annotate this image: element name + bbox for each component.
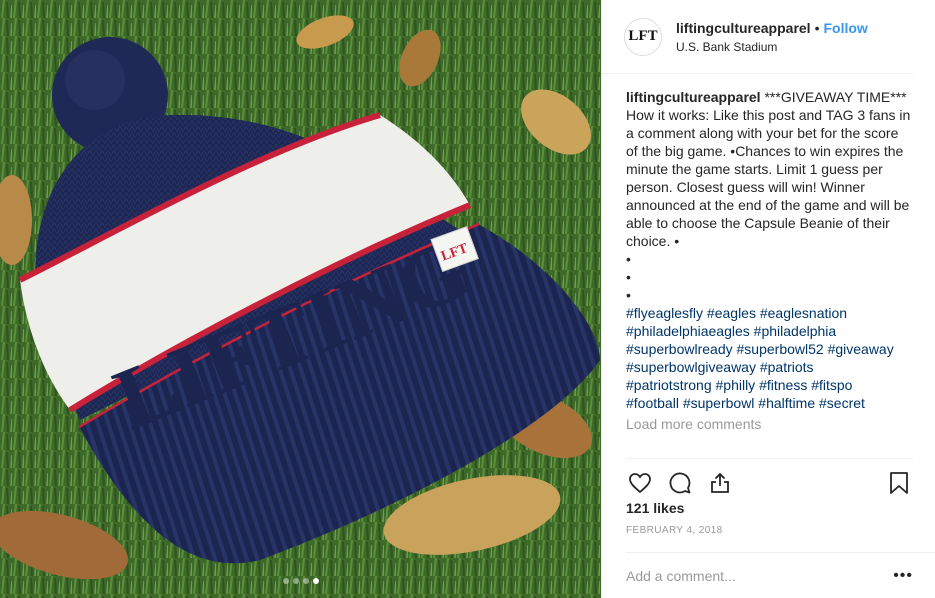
caption: liftingcultureapparel ***GIVEAWAY TIME**… xyxy=(602,74,935,412)
carousel-dot-active xyxy=(312,578,319,584)
carousel-dot xyxy=(282,578,289,584)
bookmark-icon[interactable] xyxy=(885,469,913,497)
post-photo[interactable]: LIFTING LFT xyxy=(0,0,601,598)
caption-line: How it works: Like this post and TAG 3 f… xyxy=(626,107,911,249)
header-username[interactable]: liftingcultureapparel xyxy=(676,20,811,36)
carousel-dot xyxy=(292,578,299,584)
hashtag-line[interactable]: #philadelphiaeagles #philadelphia xyxy=(626,322,913,340)
hashtag-line[interactable]: #superbowlready #superbowl52 #giveaway xyxy=(626,340,913,358)
location-link[interactable]: U.S. Bank Stadium xyxy=(676,40,868,54)
header-separator: • xyxy=(814,19,820,36)
load-more-comments-button[interactable]: Load more comments xyxy=(602,412,935,432)
hashtags: #flyeaglesfly #eagles #eaglesnation #phi… xyxy=(626,304,913,412)
likes-count[interactable]: 121 likes xyxy=(626,500,684,516)
hashtag-line[interactable]: #superbowlgiveaway #patriots xyxy=(626,358,913,376)
carousel-dot xyxy=(302,578,309,584)
caption-username[interactable]: liftingcultureapparel xyxy=(626,89,761,105)
hashtag-line[interactable]: #patriotstrong #philly #fitness #fitspo xyxy=(626,376,913,394)
caption-line: • xyxy=(626,287,631,303)
comment-input[interactable] xyxy=(626,567,894,584)
avatar[interactable]: LFT xyxy=(624,17,662,56)
comment-icon[interactable] xyxy=(666,469,694,497)
caption-line: • xyxy=(626,269,631,285)
comment-bar: ••• xyxy=(626,552,935,598)
carousel-dots xyxy=(0,578,601,584)
caption-line: • xyxy=(626,251,631,267)
more-options-icon[interactable]: ••• xyxy=(893,567,913,585)
heart-icon[interactable] xyxy=(626,469,654,497)
hashtag-line[interactable]: #football #superbowl #halftime #secret xyxy=(626,394,913,412)
share-icon[interactable] xyxy=(706,469,734,497)
post-header: LFT liftingcultureapparel • Follow U.S. … xyxy=(602,0,913,74)
beanie-image: LIFTING LFT xyxy=(0,0,601,598)
post-sidebar: LFT liftingcultureapparel • Follow U.S. … xyxy=(601,0,935,598)
action-bar xyxy=(626,458,913,497)
follow-button[interactable]: Follow xyxy=(823,20,867,36)
post-date: FEBRUARY 4, 2018 xyxy=(626,525,723,536)
hashtag-line[interactable]: #flyeaglesfly #eagles #eaglesnation xyxy=(626,304,913,322)
post-modal: LIFTING LFT LFT liftingcultureapparel • … xyxy=(0,0,935,598)
caption-line: ***GIVEAWAY TIME*** xyxy=(760,89,907,105)
